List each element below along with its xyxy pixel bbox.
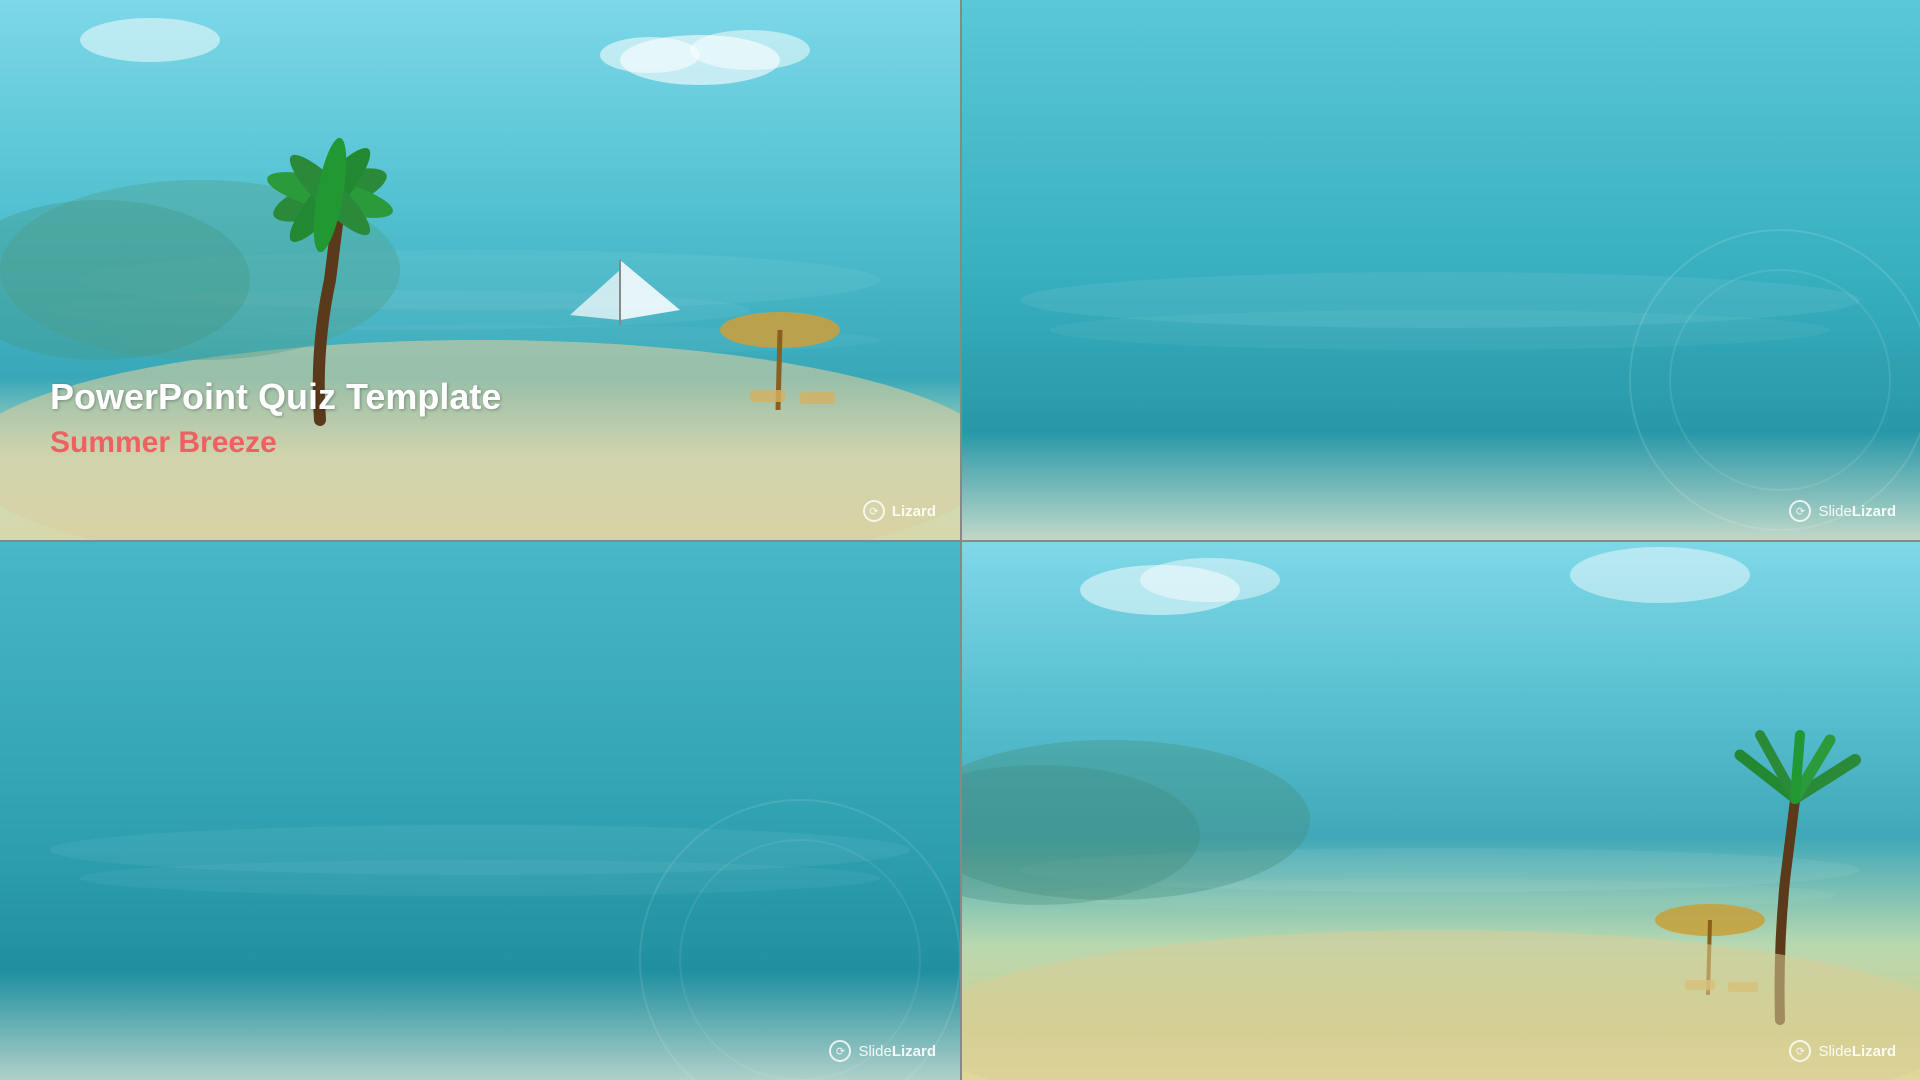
brand-icon-2: ⟳ [1789,500,1811,522]
brand-logo-3: ⟳ SlideLizard [829,1040,936,1062]
brand-logo-4: ⟳ SlideLizard [1789,1040,1896,1062]
quiz-slide-2: What is your question? A Answer 1 B Answ… [960,0,1920,540]
brand-icon-1: ⟳ [863,500,885,522]
quiz-slide-3: What is your question? A Answer 1 B Answ… [0,540,960,1080]
brand-icon-4: ⟳ [1789,1040,1811,1062]
title-slide: PowerPoint Quiz Template Summer Breeze ⟳… [0,0,960,540]
quiz-slide-4: What is your question? A Answer 1 B Answ… [960,540,1920,1080]
slide-title: PowerPoint Quiz Template [50,376,501,418]
brand-icon-3: ⟳ [829,1040,851,1062]
vertical-divider [960,0,962,1080]
brand-logo-1: ⟳ Lizard [863,500,936,522]
brand-text-2: SlideLizard [1818,503,1896,520]
title-content: PowerPoint Quiz Template Summer Breeze [50,376,501,460]
brand-text-3: SlideLizard [858,1043,936,1060]
brand-text-1: Lizard [892,503,936,520]
brand-logo-2: ⟳ SlideLizard [1789,500,1896,522]
slide-subtitle: Summer Breeze [50,426,501,460]
brand-text-4: SlideLizard [1818,1043,1896,1060]
